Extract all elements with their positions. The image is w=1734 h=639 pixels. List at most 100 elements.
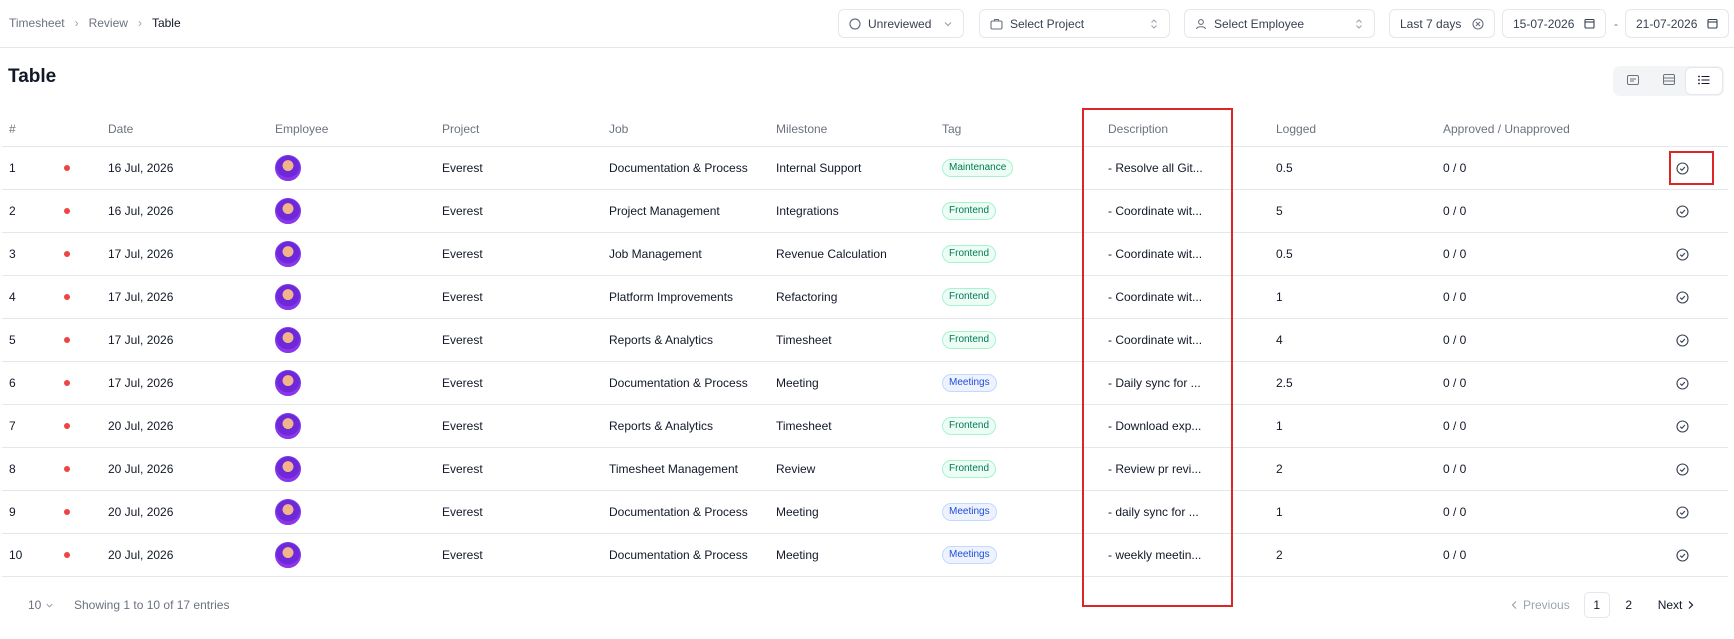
- pagination: Previous 1 2 Next: [1510, 592, 1695, 618]
- check-circle-icon: [1676, 376, 1689, 390]
- row-logged: 2: [1276, 462, 1283, 476]
- row-description[interactable]: - Daily sync for ...: [1108, 362, 1201, 404]
- table-row[interactable]: 9 20 Jul, 2026 Everest Documentation & Proc…: [2, 491, 1728, 534]
- page-size-select[interactable]: 10: [28, 598, 54, 612]
- date-to-input[interactable]: 21-07-2026: [1625, 9, 1729, 38]
- row-logged: 2.5: [1276, 376, 1293, 390]
- row-approved: 0 / 0: [1443, 376, 1467, 390]
- chevron-down-icon: [943, 19, 953, 29]
- tag-cell: Meetings: [942, 362, 997, 404]
- status-dot: [64, 319, 70, 361]
- row-job: Reports & Analytics: [609, 419, 714, 433]
- row-description[interactable]: - daily sync for ...: [1108, 491, 1199, 533]
- row-description[interactable]: - Resolve all Git...: [1108, 147, 1203, 189]
- avatar: [275, 413, 301, 439]
- approve-button[interactable]: [1676, 147, 1689, 189]
- employee-cell: [275, 190, 301, 232]
- employee-cell: [275, 319, 301, 361]
- table-row[interactable]: 3 17 Jul, 2026 Everest Job Management Revenu…: [2, 233, 1728, 276]
- status-dot: [64, 534, 70, 576]
- calendar-icon[interactable]: [1584, 18, 1595, 29]
- row-project: Everest: [442, 548, 483, 562]
- table-row[interactable]: 4 17 Jul, 2026 Everest Platform Improvement…: [2, 276, 1728, 319]
- row-description[interactable]: - Review pr revi...: [1108, 448, 1201, 490]
- row-description[interactable]: - Coordinate wit...: [1108, 233, 1202, 275]
- employee-cell: [275, 276, 301, 318]
- employee-cell: [275, 362, 301, 404]
- avatar: [275, 370, 301, 396]
- row-description[interactable]: - weekly meetin...: [1108, 534, 1201, 576]
- row-milestone: Review: [776, 462, 816, 476]
- status-dot: [64, 405, 70, 447]
- table-row[interactable]: 5 17 Jul, 2026 Everest Reports & Analytics T…: [2, 319, 1728, 362]
- table-row[interactable]: 2 16 Jul, 2026 Everest Project Management In…: [2, 190, 1728, 233]
- status-dot: [64, 233, 70, 275]
- row-number: 1: [9, 161, 16, 175]
- tag-cell: Frontend: [942, 319, 997, 361]
- row-project: Everest: [442, 376, 483, 390]
- table-row[interactable]: 7 20 Jul, 2026 Everest Reports & Analytics T…: [2, 405, 1728, 448]
- check-circle-icon: [1676, 290, 1689, 304]
- top-bar: Timesheet › Review › Table Unreviewed Se…: [0, 0, 1734, 48]
- list-view-button[interactable]: [1686, 68, 1723, 94]
- date-range-preset[interactable]: Last 7 days: [1389, 9, 1495, 38]
- calendar-icon[interactable]: [1707, 18, 1718, 29]
- approve-button[interactable]: [1676, 319, 1689, 361]
- row-approved: 0 / 0: [1443, 333, 1467, 347]
- row-description[interactable]: - Coordinate wit...: [1108, 276, 1202, 318]
- date-range-preset-label: Last 7 days: [1400, 16, 1462, 31]
- table-row[interactable]: 10 20 Jul, 2026 Everest Documentation & Pro…: [2, 534, 1728, 577]
- approve-button[interactable]: [1676, 362, 1689, 404]
- breadcrumb-item-review[interactable]: Review: [89, 16, 128, 30]
- tag-badge: Meetings: [942, 546, 997, 564]
- table-row[interactable]: 8 20 Jul, 2026 Everest Timesheet Management…: [2, 448, 1728, 491]
- row-description[interactable]: - Coordinate wit...: [1108, 190, 1202, 232]
- tag-badge: Frontend: [942, 417, 997, 435]
- tag-badge: Maintenance: [942, 159, 1014, 177]
- row-number: 3: [9, 247, 16, 261]
- table-row[interactable]: 1 16 Jul, 2026 Everest Documentation & Proc…: [2, 147, 1728, 190]
- breadcrumb-item-timesheet[interactable]: Timesheet: [9, 16, 65, 30]
- approve-button[interactable]: [1676, 233, 1689, 275]
- col-header-tag: Tag: [942, 121, 962, 136]
- tag-badge: Frontend: [942, 202, 997, 220]
- row-description[interactable]: - Coordinate wit...: [1108, 319, 1202, 361]
- row-approved: 0 / 0: [1443, 548, 1467, 562]
- check-circle-icon: [1676, 333, 1689, 347]
- date-from-input[interactable]: 15-07-2026: [1502, 9, 1606, 38]
- card-view-button[interactable]: [1615, 68, 1651, 94]
- page-button-1[interactable]: 1: [1583, 592, 1610, 618]
- approve-button[interactable]: [1676, 190, 1689, 232]
- approve-button[interactable]: [1676, 405, 1689, 447]
- tag-cell: Meetings: [942, 491, 997, 533]
- status-dot-icon: [64, 423, 70, 429]
- clear-icon[interactable]: [1472, 17, 1484, 30]
- row-project: Everest: [442, 247, 483, 261]
- row-description[interactable]: - Download exp...: [1108, 405, 1201, 447]
- next-page-button[interactable]: Next: [1658, 598, 1696, 612]
- employee-select[interactable]: Select Employee: [1184, 9, 1375, 38]
- approve-button[interactable]: [1676, 534, 1689, 576]
- approve-button[interactable]: [1676, 491, 1689, 533]
- col-header-num: #: [9, 121, 16, 136]
- page-button-2[interactable]: 2: [1616, 592, 1642, 618]
- table-view-button[interactable]: [1651, 68, 1687, 94]
- status-filter-label: Unreviewed: [868, 16, 932, 31]
- employee-cell: [275, 405, 301, 447]
- employee-cell: [275, 147, 301, 189]
- approve-button[interactable]: [1676, 448, 1689, 490]
- status-filter[interactable]: Unreviewed: [838, 9, 964, 38]
- status-dot-icon: [64, 165, 70, 171]
- row-milestone: Meeting: [776, 376, 819, 390]
- tag-cell: Frontend: [942, 405, 997, 447]
- page-title: Table: [8, 66, 57, 87]
- row-number: 7: [9, 419, 16, 433]
- table-row[interactable]: 6 17 Jul, 2026 Everest Documentation & Proc…: [2, 362, 1728, 405]
- project-select[interactable]: Select Project: [979, 9, 1170, 38]
- col-header-project: Project: [442, 121, 480, 136]
- previous-page-button[interactable]: Previous: [1510, 598, 1570, 612]
- approve-button[interactable]: [1676, 276, 1689, 318]
- check-circle-icon: [1676, 204, 1689, 218]
- chevron-down-icon: [45, 601, 54, 610]
- row-project: Everest: [442, 204, 483, 218]
